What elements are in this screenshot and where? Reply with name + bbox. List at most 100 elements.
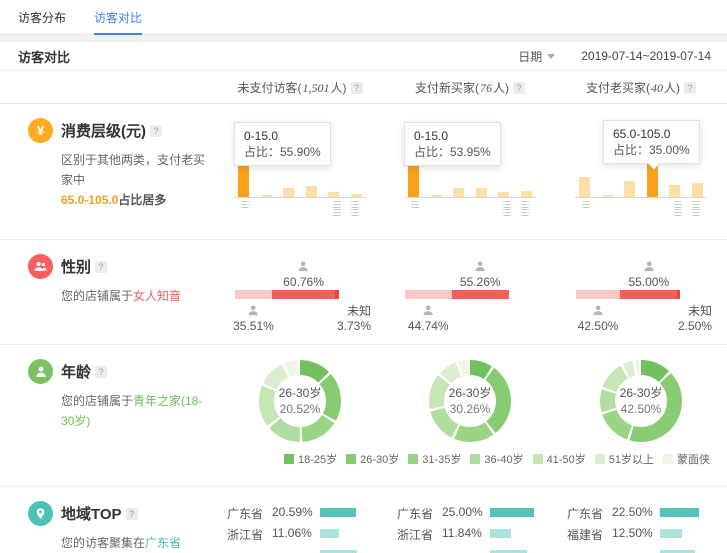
help-icon[interactable]: ? [95,366,107,378]
column-header-new-buyers: 支付新买家(76人)? [385,79,555,96]
legend-swatch-icon [663,454,673,464]
province-name: 广东省 [567,505,612,522]
female-share: 60.76% [283,260,324,289]
section-consumption-level: ¥ 消费层级(元) ? 区别于其他两类，支付老买家中 65.0-105.0占比居… [0,104,727,240]
legend-label: 26-30岁 [360,451,399,467]
legend-item: 51岁以上 [595,451,654,467]
unknown-share: 未知2.50% [678,304,712,334]
age-legend: 18-25岁26-30岁31-35岁36-40岁41-50岁51岁以上蒙面侠 [284,451,727,467]
column-header-repeat-buyers: 支付老买家(40人)? [555,79,727,96]
bar [453,188,464,197]
province-bar [660,529,682,538]
unknown-label: 未知 [337,304,371,319]
province-percent: 20.59% [272,505,320,519]
axis-tick-icon [521,201,529,208]
bar [306,186,317,197]
bar [431,195,442,197]
help-icon[interactable]: ? [684,82,696,94]
region-row: 浙江省11.06% [227,526,383,547]
province-bar [320,508,356,517]
page-divider [0,35,727,42]
legend-label: 36-40岁 [484,451,523,467]
tab-visitor-distribution[interactable]: 访客分布 [18,0,66,34]
legend-item: 36-40岁 [470,451,523,467]
legend-swatch-icon [595,454,605,464]
region-row: 广东省20.59% [227,505,383,526]
legend-swatch-icon [533,454,543,464]
legend-label: 31-35岁 [422,451,461,467]
unknown-segment [677,290,680,299]
region-list-new-buyers: 广东省25.00%浙江省11.84% [397,505,553,553]
legend-item: 31-35岁 [408,451,461,467]
male-segment [576,290,620,299]
province-name: 广东省 [397,505,442,522]
section-title: 性别 [61,256,91,277]
gender-chart-repeat-buyers: 55.00% 42.50% 未知2.50% [566,260,716,344]
person-icon [592,304,605,317]
tooltip-range: 0-15.0 [244,128,321,144]
gender-people-icon [28,254,53,279]
female-percent: 55.26% [460,276,501,289]
province-name: 广东省 [227,505,272,522]
province-name: 浙江省 [227,526,272,543]
gender-bar [405,290,509,299]
help-icon[interactable]: ? [126,508,138,520]
age-donut-new-buyers: 26-30岁30.26% [428,359,512,443]
bar-chart [404,162,536,198]
axis-tick-icon [692,201,700,208]
unknown-segment [335,290,339,299]
person-icon [247,304,260,317]
tooltip-share: 占比：55.90% [244,144,321,160]
unknown-share: 未知3.73% [337,304,371,334]
gender-chart-new-buyers: 55.26%44.74% [395,260,545,344]
legend-item: 18-25岁 [284,451,337,467]
axis-tick-icon [521,209,529,216]
province-percent: 12.50% [612,526,660,540]
column-headers: 未支付访客(1,501人)? 支付新买家(76人)? 支付老买家(40人)? [0,71,727,104]
date-dropdown-label: 日期 [518,48,542,65]
region-list-repeat-buyers: 广东省22.50%福建省12.50% [567,505,723,553]
legend-item: 41-50岁 [533,451,586,467]
province-percent: 22.50% [612,505,660,519]
person-icon [422,304,435,317]
chevron-down-icon [547,54,555,59]
region-row [567,547,723,553]
bar [261,195,272,197]
legend-swatch-icon [346,454,356,464]
help-icon[interactable]: ? [513,82,525,94]
section-insight: 您的店铺属于女人知音 [61,286,215,306]
axis-tick-icon [241,201,249,208]
tooltip-range: 65.0-105.0 [613,126,690,142]
person-icon [297,260,310,273]
bar [692,183,703,197]
bar [328,192,339,197]
gender-bar [235,290,339,299]
axis-labels [404,200,536,217]
section-insight: 您的店铺属于青年之家(18-30岁) [61,391,215,431]
age-donut-unpaid: 26-30岁20.52% [258,359,342,443]
date-range: 2019-07-14~2019-07-14 [581,49,711,63]
consumption-chart-new-buyers: 0-15.0占比：53.95% [404,120,536,218]
bar [351,194,362,197]
date-dropdown[interactable]: 日期 [518,48,555,65]
axis-tick-icon [674,201,682,208]
province-percent: 11.84% [442,526,490,540]
male-segment [405,290,452,299]
help-icon[interactable]: ? [351,82,363,94]
page-title: 访客对比 [18,47,70,66]
axis-tick-icon [503,209,511,216]
male-percent: 42.50% [578,320,619,333]
legend-item: 26-30岁 [346,451,399,467]
female-segment [272,290,335,299]
bar [238,163,249,197]
person-icon [642,260,655,273]
help-icon[interactable]: ? [95,261,107,273]
help-icon[interactable]: ? [150,125,162,137]
tab-visitor-compare[interactable]: 访客对比 [94,0,142,34]
yuan-icon: ¥ [28,118,53,143]
section-insight: 您的访客聚集在广东省 [61,533,215,553]
male-segment [235,290,272,299]
female-share: 55.00% [628,260,669,289]
female-segment [620,290,677,299]
chart-tooltip: 65.0-105.0占比：35.00% [603,120,700,164]
